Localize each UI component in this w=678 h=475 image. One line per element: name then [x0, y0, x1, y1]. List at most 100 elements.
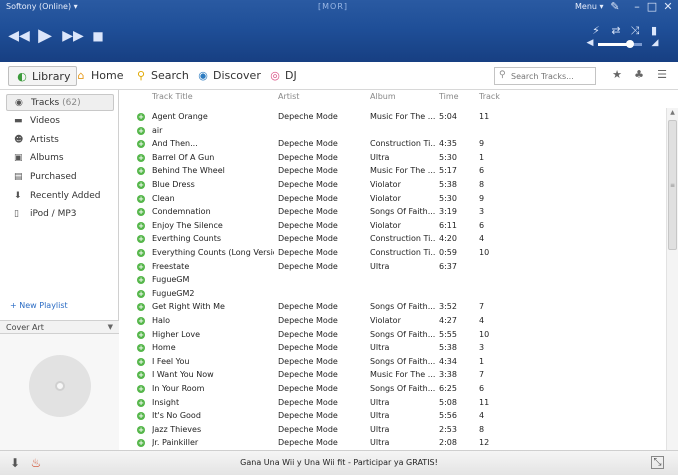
- add-track-icon[interactable]: +: [137, 221, 145, 230]
- table-row[interactable]: + Everything Counts (Long Version) Depeche…: [120, 246, 666, 260]
- table-row[interactable]: + In Your Room Depeche Mode Songs Of Faith.…: [120, 382, 666, 396]
- add-track-icon[interactable]: +: [137, 276, 145, 285]
- maximize-icon[interactable]: □: [645, 0, 659, 14]
- cell-album: Songs Of Faith...: [370, 356, 436, 366]
- table-row[interactable]: + I Want You Now Depeche Mode Music For The…: [120, 368, 666, 382]
- table-row[interactable]: + Everthing Counts Depeche Mode Constructio…: [120, 232, 666, 246]
- search-input[interactable]: [494, 67, 596, 85]
- add-track-icon[interactable]: +: [137, 235, 145, 244]
- add-track-icon[interactable]: +: [137, 357, 145, 366]
- repeat-icon[interactable]: ⇄: [609, 24, 623, 37]
- sidebar-item-artists[interactable]: ☻ Artists: [6, 132, 114, 149]
- scrollbar[interactable]: ▲ ≡: [666, 108, 678, 450]
- table-row[interactable]: + Halo Depeche Mode Violator 4:27 4: [120, 314, 666, 328]
- table-row[interactable]: + I Feel You Depeche Mode Songs Of Faith...…: [120, 355, 666, 369]
- cell-title: Barrel Of A Gun: [152, 152, 215, 162]
- table-row[interactable]: + air: [120, 124, 666, 138]
- table-row[interactable]: + Get Right With Me Depeche Mode Songs Of F…: [120, 300, 666, 314]
- tab-search-label: Search: [151, 69, 189, 82]
- table-row[interactable]: + Freestate Depeche Mode Ultra 6:37: [120, 260, 666, 274]
- add-track-icon[interactable]: +: [137, 194, 145, 203]
- add-track-icon[interactable]: +: [137, 317, 145, 325]
- tab-search[interactable]: ⚲ Search: [134, 66, 189, 86]
- broom-icon[interactable]: ⚡: [589, 24, 603, 37]
- menu-button[interactable]: Menu ▾: [575, 2, 604, 11]
- window-title[interactable]: Softony (Online) ▾: [6, 2, 78, 11]
- tab-dj[interactable]: ◎ DJ: [268, 66, 297, 86]
- column-header-time[interactable]: Time: [439, 92, 459, 101]
- table-row[interactable]: + Jazz Thieves Depeche Mode Ultra 2:53 8: [120, 423, 666, 437]
- column-header-artist[interactable]: Artist: [278, 92, 299, 101]
- volume-slider[interactable]: [598, 43, 642, 46]
- volume-knob[interactable]: [626, 40, 634, 48]
- column-header-title[interactable]: Track Title: [152, 92, 193, 101]
- scroll-up-icon[interactable]: ▲: [667, 108, 678, 118]
- sidebar-item-videos[interactable]: ▬ Videos: [6, 113, 114, 130]
- column-header-album[interactable]: Album: [370, 92, 396, 101]
- table-row[interactable]: + Condemnation Depeche Mode Songs Of Faith.…: [120, 205, 666, 219]
- cell-artist: Depeche Mode: [278, 234, 338, 244]
- add-track-icon[interactable]: +: [137, 126, 145, 135]
- column-header-track[interactable]: Track: [479, 92, 500, 101]
- add-track-icon[interactable]: +: [137, 181, 145, 189]
- add-track-icon[interactable]: +: [137, 385, 145, 393]
- tab-home[interactable]: ⌂ Home: [74, 66, 124, 86]
- add-track-icon[interactable]: +: [137, 412, 145, 421]
- table-row[interactable]: + Jr. Painkiller Depeche Mode Ultra 2:08 12: [120, 436, 666, 450]
- cell-title: It's No Good: [152, 411, 201, 421]
- resize-icon[interactable]: ⤡: [651, 456, 664, 469]
- sidebar-item-ipod[interactable]: ▯ iPod / MP3: [6, 206, 114, 223]
- ad-banner[interactable]: Gana Una Wii y Una Wii fit - Participar …: [0, 451, 678, 475]
- star-icon[interactable]: ★: [610, 68, 624, 82]
- table-row[interactable]: + And Then... Depeche Mode Construction Ti.…: [120, 137, 666, 151]
- table-row[interactable]: + It's No Good Depeche Mode Ultra 5:56 4: [120, 409, 666, 423]
- play-icon[interactable]: ▶: [34, 26, 56, 46]
- table-row[interactable]: + Blue Dress Depeche Mode Violator 5:38 8: [120, 178, 666, 192]
- table-row[interactable]: + Behind The Wheel Depeche Mode Music For T…: [120, 164, 666, 178]
- new-playlist-link[interactable]: + New Playlist: [10, 301, 68, 310]
- add-track-icon[interactable]: +: [137, 303, 145, 312]
- sidebar-item-albums[interactable]: ▣ Albums: [6, 150, 114, 167]
- cover-art-header[interactable]: Cover Art ▼: [0, 320, 119, 334]
- add-track-icon[interactable]: +: [137, 439, 145, 448]
- equalizer-icon[interactable]: ▮: [647, 24, 661, 37]
- table-row[interactable]: + Agent Orange Depeche Mode Music For The .…: [120, 110, 666, 124]
- cell-time: 6:11: [439, 220, 457, 230]
- add-track-icon[interactable]: +: [137, 398, 145, 407]
- table-row[interactable]: + Higher Love Depeche Mode Songs Of Faith..…: [120, 328, 666, 342]
- add-track-icon[interactable]: +: [137, 167, 145, 176]
- add-track-icon[interactable]: +: [137, 262, 145, 271]
- wrench-icon[interactable]: ✎: [608, 0, 622, 14]
- sidebar-item-tracks[interactable]: ◉ Tracks (62): [6, 94, 114, 111]
- sidebar-item-recently-added[interactable]: ⬇ Recently Added: [6, 188, 114, 205]
- close-icon[interactable]: ✕: [661, 0, 675, 14]
- sidebar-item-purchased[interactable]: ▤ Purchased: [6, 169, 114, 186]
- next-icon[interactable]: ▶▶: [62, 26, 84, 46]
- add-track-icon[interactable]: +: [137, 208, 145, 217]
- add-track-icon[interactable]: +: [137, 330, 145, 339]
- cell-time: 2:53: [439, 424, 457, 434]
- stop-icon[interactable]: ■: [87, 26, 109, 46]
- shuffle-icon[interactable]: ⤨: [628, 24, 642, 38]
- table-row[interactable]: + Home Depeche Mode Ultra 5:38 3: [120, 341, 666, 355]
- add-track-icon[interactable]: +: [137, 113, 145, 121]
- users-icon[interactable]: ♣: [632, 68, 646, 82]
- add-track-icon[interactable]: +: [137, 153, 145, 162]
- table-row[interactable]: + Enjoy The Silence Depeche Mode Violator 6:…: [120, 219, 666, 233]
- add-track-icon[interactable]: +: [137, 249, 145, 257]
- table-row[interactable]: + Barrel Of A Gun Depeche Mode Ultra 5:30 1: [120, 151, 666, 165]
- table-row[interactable]: + FugueGM: [120, 273, 666, 287]
- add-track-icon[interactable]: +: [137, 344, 145, 353]
- minimize-icon[interactable]: –: [630, 0, 644, 14]
- tab-discover[interactable]: ◉ Discover: [196, 66, 261, 86]
- table-row[interactable]: + Insight Depeche Mode Ultra 5:08 11: [120, 396, 666, 410]
- add-track-icon[interactable]: +: [137, 140, 145, 149]
- table-row[interactable]: + Clean Depeche Mode Violator 5:30 9: [120, 192, 666, 206]
- list-view-icon[interactable]: ☰: [655, 68, 669, 82]
- table-row[interactable]: + FugueGM2: [120, 287, 666, 301]
- add-track-icon[interactable]: +: [137, 425, 145, 434]
- previous-icon[interactable]: ◀◀: [8, 26, 30, 46]
- tab-library[interactable]: ◐ Library: [8, 66, 78, 86]
- add-track-icon[interactable]: +: [137, 289, 145, 298]
- add-track-icon[interactable]: +: [137, 371, 145, 380]
